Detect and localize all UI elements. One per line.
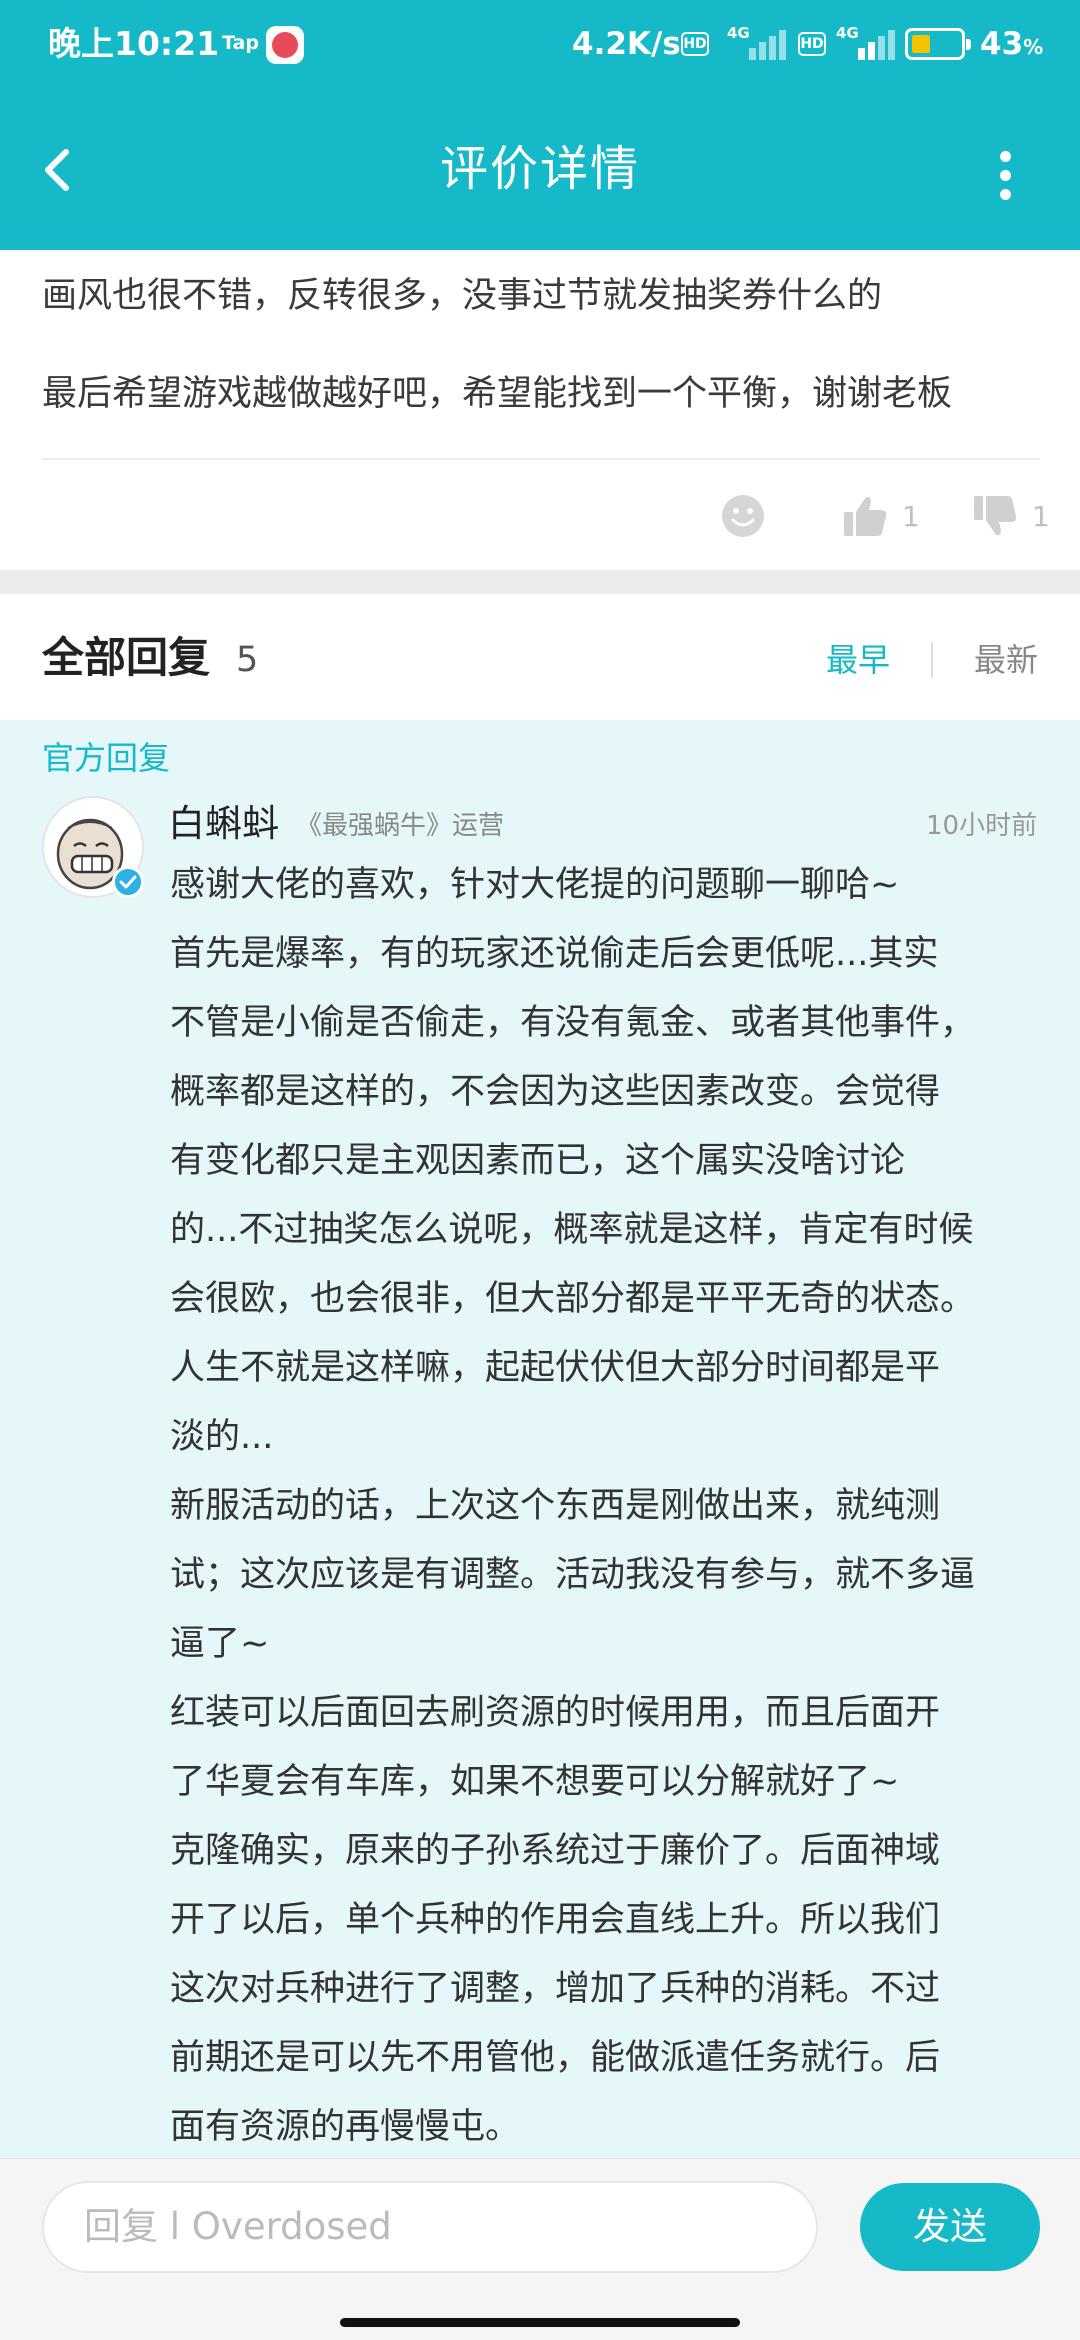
reply-text-line: 的...不过抽奖怎么说呢，概率就是这样，肯定有时候 [170,1210,974,1250]
reply-text-line: 会很欧，也会很非，但大部分都是平平无奇的状态。 [170,1279,976,1319]
dislike-button[interactable]: 1 [972,488,1050,544]
reply-text-line: 红装可以后面回去刷资源的时候用用，而且后面开 [170,1693,941,1733]
home-indicator[interactable] [340,2318,740,2327]
battery-icon [905,28,971,60]
reply-text-line: 逼了~ [170,1624,270,1664]
reply-text-line: 淡的... [170,1417,274,1457]
official-reply-tag: 官方回复 [42,739,171,777]
author-name[interactable]: 白蝌蚪 [168,800,279,848]
replies-title: 全部回复 [42,633,211,682]
like-count: 1 [902,499,920,533]
reply-text-line: 开了以后，单个兵种的作用会直线上升。所以我们 [170,1900,941,1940]
review-text-line: 画风也很不错，反转很多，没事过节就发抽奖券什么的 [42,276,883,316]
reply-timestamp: 10小时前 [926,811,1038,841]
send-button[interactable]: 发送 [860,2183,1040,2271]
smiley-icon [722,495,764,537]
battery-percent: 43% [980,26,1044,62]
network-type: 4G [727,24,750,42]
reply-input[interactable]: 回复 l Overdosed [42,2181,818,2273]
hd-icon: HD [798,32,826,56]
sort-divider [931,642,933,678]
network-type: 4G [836,24,859,42]
sort-earliest-tab[interactable]: 最早 [826,636,890,684]
section-divider [0,570,1080,594]
review-text-line: 最后希望游戏越做越好吧，希望能找到一个平衡，谢谢老板 [42,374,953,414]
thumbs-down-icon [974,496,1017,536]
reply-text-line: 概率都是这样的，不会因为这些因素改变。会觉得 [170,1072,941,1112]
status-bar: 晚上10:21 Tap 4.2K/s HD 4G HD 4G 43% [0,0,1080,90]
app-bar: 评价详情 [0,90,1080,250]
reply-text-line: 了华夏会有车库，如果不想要可以分解就好了~ [170,1762,900,1802]
tap-notification-icon: Tap [222,32,259,54]
thumbs-up-icon [844,496,887,536]
reply-text-line: 首先是爆率，有的玩家还说偷走后会更低呢...其实 [170,934,939,974]
verified-badge-icon [112,866,144,898]
divider [42,458,1040,460]
more-options-button[interactable] [980,135,1030,215]
reply-text-line: 有变化都只是主观因素而已，这个属实没啥讨论 [170,1141,906,1181]
reply-text-line: 新服活动的话，上次这个东西是刚做出来，就纯测 [170,1486,941,1526]
reply-text-line: 不管是小偷是否偷走，有没有氪金、或者其他事件， [170,1003,976,1043]
reply-text-line: 前期还是可以先不用管他，能做派遣任务就行。后 [170,2038,941,2078]
signal-icon: 4G [836,24,906,60]
emoji-react-button[interactable] [720,488,766,544]
page-title: 评价详情 [439,141,640,197]
reply-text-line: 感谢大佬的喜欢，针对大佬提的问题聊一聊哈~ [170,865,900,905]
app-notification-icon [266,26,304,64]
replies-count: 5 [236,640,259,680]
like-button[interactable]: 1 [842,488,920,544]
dislike-count: 1 [1032,499,1050,533]
signal-icon: 4G [727,24,797,60]
reply-text-line: 面有资源的再慢慢屯。 [170,2107,521,2147]
sort-latest-tab[interactable]: 最新 [974,636,1038,684]
network-speed: 4.2K/s [572,26,681,62]
hd-icon: HD [681,32,709,56]
reply-text-line: 人生不就是这样嘛，起起伏伏但大部分时间都是平 [170,1348,941,1388]
reply-text-line: 这次对兵种进行了调整，增加了兵种的消耗。不过 [170,1969,941,2009]
status-time: 晚上10:21 [48,24,220,63]
reply-text-line: 试；这次应该是有调整。活动我没有参与，就不多逼 [170,1555,976,1595]
reply-text-line: 克隆确实，原来的子孙系统过于廉价了。后面神域 [170,1831,941,1871]
author-role: 《最强蜗牛》运营 [296,811,505,841]
